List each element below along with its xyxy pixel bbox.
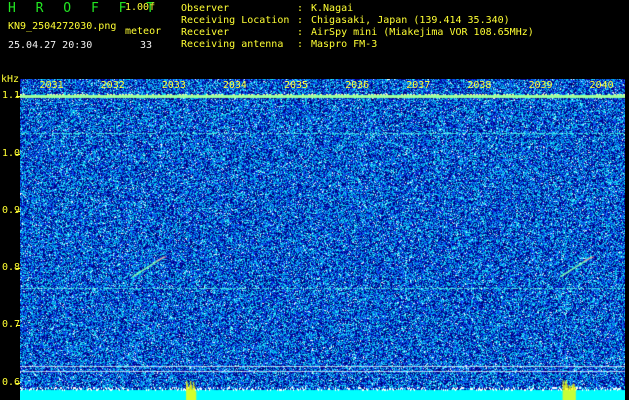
x-tick-label: 2036: [345, 80, 370, 91]
observation-datetime: 25.04.27 20:30: [8, 40, 93, 51]
y-tick-label: 1.1: [2, 90, 21, 102]
info-row-receiver: Receiver: AirSpy mini (Miakejima VOR 108.…: [181, 27, 534, 38]
x-tick-label: 2035: [284, 80, 309, 91]
x-tick-label: 2033: [161, 80, 186, 91]
x-tick-label: 2038: [467, 80, 492, 91]
spectrogram-plot: [20, 79, 625, 400]
info-label: Receiving antenna: [181, 39, 284, 50]
image-filename: KN9_2504272030.png: [8, 21, 117, 32]
x-tick-label: 2032: [100, 80, 125, 91]
y-tick-label: 0.7: [2, 319, 21, 331]
x-tick-label: 2031: [39, 80, 64, 91]
y-tick-label: 1.0: [2, 147, 21, 159]
info-value: K.Nagai: [311, 3, 354, 14]
y-tick-label: 0.8: [2, 262, 21, 274]
app-version: 1.00f: [125, 2, 156, 13]
y-axis-ticks: [16, 79, 20, 400]
x-tick-label: 2034: [222, 80, 247, 91]
header-panel: H R O F F T 1.00f KN9_2504272030.png met…: [0, 0, 629, 75]
info-label: Receiving Location: [181, 15, 290, 26]
info-label: Receiver: [181, 27, 230, 38]
info-value: Maspro FM-3: [311, 39, 378, 50]
x-tick-label: 2037: [406, 80, 431, 91]
info-value: Chigasaki, Japan (139.414 35.340): [311, 15, 510, 26]
info-row-antenna: Receiving antenna: Maspro FM-3: [181, 39, 378, 50]
y-tick-label: 0.6: [2, 376, 21, 388]
meteor-label: meteor: [125, 26, 162, 37]
y-tick-label: 0.9: [2, 204, 21, 216]
info-row-observer: Observer: K.Nagai: [181, 3, 354, 14]
meteor-count: 33: [140, 40, 153, 51]
info-row-location: Receiving Location: Chigasaki, Japan (139…: [181, 15, 510, 26]
info-value: AirSpy mini (Miakejima VOR 108.65MHz): [311, 27, 534, 38]
info-label: Observer: [181, 3, 230, 14]
x-tick-label: 2039: [528, 80, 553, 91]
x-tick-label: 2040: [589, 80, 614, 91]
